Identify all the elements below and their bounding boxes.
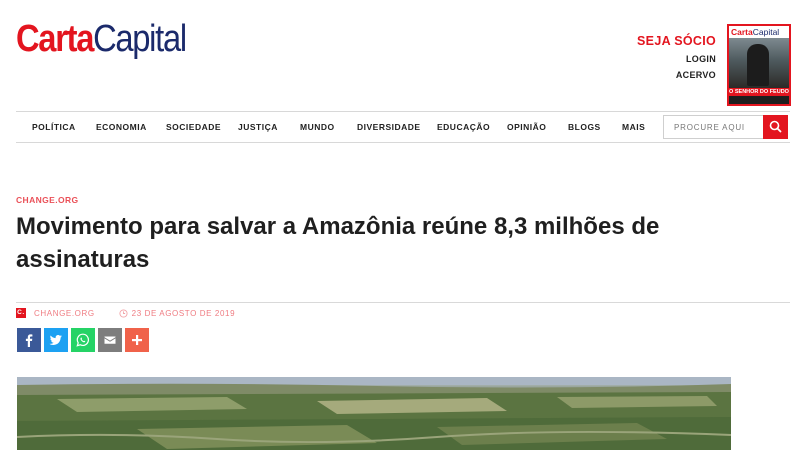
logo-carta: Carta bbox=[16, 18, 94, 60]
share-facebook-button[interactable] bbox=[17, 328, 41, 352]
nav-item-opiniao[interactable]: OPINIÃO bbox=[507, 112, 546, 142]
share-more-button[interactable] bbox=[125, 328, 149, 352]
seja-socio-link[interactable]: SEJA SÓCIO bbox=[637, 34, 716, 48]
article-author[interactable]: CHANGE.ORG bbox=[34, 309, 95, 318]
article-hero-image bbox=[17, 377, 731, 450]
share-email-button[interactable] bbox=[98, 328, 122, 352]
whatsapp-icon bbox=[76, 333, 89, 347]
share-twitter-button[interactable] bbox=[44, 328, 68, 352]
share-bar bbox=[17, 328, 149, 352]
site-logo[interactable]: CartaCapital bbox=[16, 18, 187, 60]
article-meta: C. CHANGE.ORG 23 DE AGOSTO DE 2019 bbox=[16, 307, 235, 319]
nav-item-mais[interactable]: MAIS bbox=[622, 112, 645, 142]
twitter-icon bbox=[49, 335, 62, 345]
nav-item-justica[interactable]: JUSTIÇA bbox=[238, 112, 278, 142]
clock-icon bbox=[119, 308, 128, 318]
search-input[interactable] bbox=[663, 115, 763, 139]
article-kicker[interactable]: CHANGE.ORG bbox=[16, 195, 79, 205]
search-icon bbox=[769, 120, 782, 133]
nav-item-blogs[interactable]: BLOGS bbox=[568, 112, 601, 142]
login-link[interactable]: LOGIN bbox=[637, 54, 716, 64]
plus-icon bbox=[132, 335, 142, 345]
article-date: 23 DE AGOSTO DE 2019 bbox=[131, 308, 236, 318]
cover-headline: O SENHOR DO FEUDO bbox=[729, 88, 789, 96]
acervo-link[interactable]: ACERVO bbox=[637, 70, 716, 80]
search-button[interactable] bbox=[763, 115, 788, 139]
author-avatar: C. bbox=[16, 308, 26, 318]
magazine-cover[interactable]: CartaCapital O SENHOR DO FEUDO bbox=[727, 24, 791, 106]
nav-item-economia[interactable]: ECONOMIA bbox=[96, 112, 147, 142]
nav-item-politica[interactable]: POLÍTICA bbox=[32, 112, 76, 142]
nav-item-educacao[interactable]: EDUCAÇÃO bbox=[437, 112, 490, 142]
facebook-icon bbox=[25, 334, 33, 347]
cover-title-blue: Capital bbox=[752, 27, 780, 37]
cover-masthead: CartaCapital bbox=[729, 26, 789, 38]
email-icon bbox=[104, 336, 116, 344]
meta-divider bbox=[16, 302, 790, 303]
article-headline: Movimento para salvar a Amazônia reúne 8… bbox=[16, 213, 660, 273]
cover-title-red: Carta bbox=[731, 27, 753, 37]
cover-photo bbox=[729, 38, 789, 88]
nav-item-sociedade[interactable]: SOCIEDADE bbox=[166, 112, 221, 142]
nav-item-mundo[interactable]: MUNDO bbox=[300, 112, 335, 142]
account-links: SEJA SÓCIO LOGIN ACERVO bbox=[637, 34, 716, 86]
share-whatsapp-button[interactable] bbox=[71, 328, 95, 352]
logo-capital: Capital bbox=[93, 18, 187, 60]
nav-item-diversidade[interactable]: DIVERSIDADE bbox=[357, 112, 421, 142]
cover-footer bbox=[729, 96, 789, 104]
aerial-landscape-image bbox=[17, 377, 731, 450]
